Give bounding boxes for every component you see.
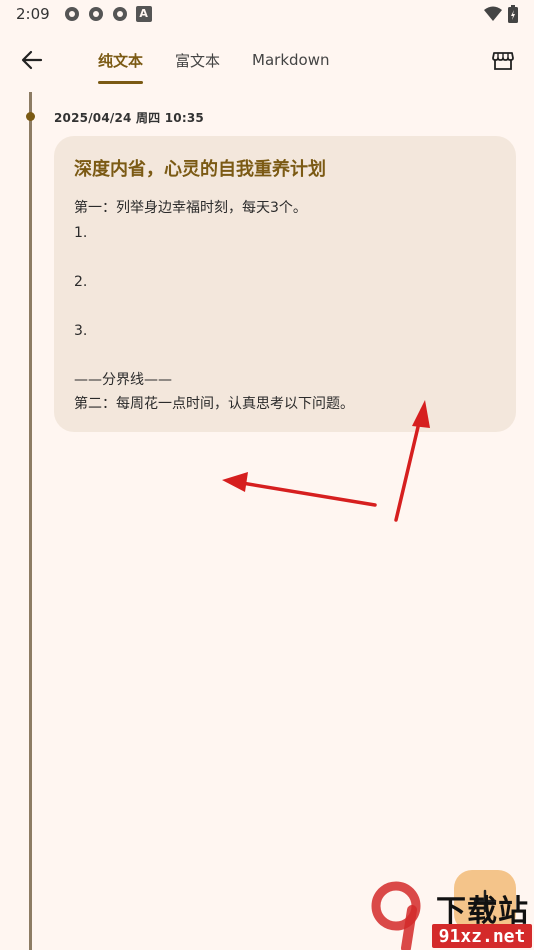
note-line: 第一：列举身边幸福时刻，每天3个。	[74, 200, 307, 216]
note-line	[74, 294, 496, 319]
arrow-annotation-left	[222, 472, 377, 507]
tab-bar: 纯文本 富文本 Markdown	[82, 36, 346, 86]
timeline-line	[29, 92, 32, 950]
status-time: 2:09	[16, 5, 50, 23]
note-line	[74, 343, 496, 368]
note-title: 深度内省，心灵的自我重养计划	[74, 159, 326, 180]
aperture-icon	[112, 7, 127, 21]
aperture-icon	[88, 7, 103, 21]
timeline-dot	[26, 112, 35, 121]
arrow-left-icon	[21, 50, 43, 70]
tab-plain-text[interactable]: 纯文本	[82, 36, 159, 84]
wifi-icon	[484, 6, 502, 21]
notification-letter-icon: A	[135, 6, 152, 22]
back-button[interactable]	[16, 44, 48, 76]
note-line: 3.	[74, 322, 88, 339]
tab-rich-text[interactable]: 富文本	[159, 36, 236, 84]
status-bar: 2:09 A	[0, 0, 534, 28]
aperture-icon	[64, 7, 79, 21]
entry-date: 2025/04/24 周四 10:35	[54, 111, 204, 125]
note-line: 第二：每周花一点时间，认真思考以下问题。	[74, 396, 354, 412]
note-card[interactable]: 深度内省，心灵的自我重养计划 第一：列举身边幸福时刻，每天3个。 1. 2. 3…	[54, 136, 516, 432]
status-notification-icons: A	[64, 6, 152, 22]
tab-label: Markdown	[252, 51, 330, 69]
watermark: 下载站 91xz.net	[366, 880, 534, 950]
watermark-logo-icon	[371, 881, 421, 950]
note-line: 2.	[74, 273, 88, 290]
battery-icon	[508, 5, 518, 23]
note-line: 1.	[74, 224, 88, 241]
tab-label: 纯文本	[98, 51, 144, 70]
store-button[interactable]	[486, 44, 520, 78]
status-right-icons	[484, 5, 518, 23]
tab-markdown[interactable]: Markdown	[236, 36, 345, 84]
note-line: ——分界线——	[74, 371, 172, 388]
storefront-icon	[492, 52, 514, 70]
tab-label: 富文本	[175, 51, 221, 70]
note-line	[74, 245, 496, 270]
top-app-bar: 纯文本 富文本 Markdown	[0, 36, 534, 86]
watermark-url: 91xz.net	[432, 924, 532, 948]
